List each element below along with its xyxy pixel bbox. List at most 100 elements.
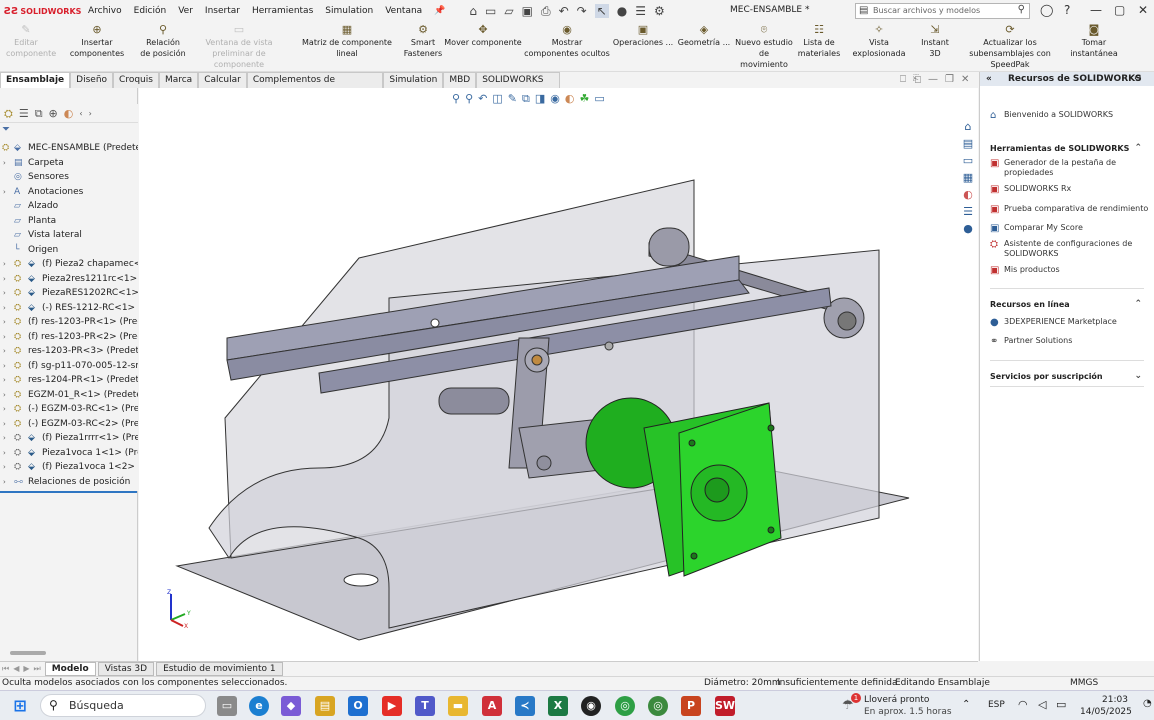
powerpoint-icon[interactable]: P xyxy=(681,696,701,716)
youtube-icon[interactable]: ▶ xyxy=(382,696,402,716)
assembly-features-button[interactable]: ▣ Operaciones ... xyxy=(612,24,674,48)
collapse-pane-icon[interactable]: « xyxy=(986,72,992,86)
graphics-area[interactable] xyxy=(139,88,978,661)
online-partner-solutions[interactable]: ⚭ Partner Solutions xyxy=(990,336,1150,347)
filter-icon[interactable]: ⏷ xyxy=(0,124,138,140)
tree-item-component[interactable]: › ⛭ ⬙ (f) Pieza2 chapamec<1 xyxy=(0,257,138,272)
minimize-icon[interactable]: — xyxy=(1090,3,1102,17)
tree-item-component[interactable]: › ⛭ EGZM-01_R<1> (Predeterr xyxy=(0,388,138,403)
tab-modelo[interactable]: Modelo xyxy=(44,661,96,676)
notifications-icon[interactable]: ◔ xyxy=(1143,698,1152,709)
task-view-icon[interactable]: ▭ xyxy=(217,696,237,716)
expand-chevron-icon[interactable]: ⌄ xyxy=(1134,371,1142,381)
new-document-icon[interactable]: ▭ xyxy=(485,4,496,18)
taskbar-search-input[interactable]: ⚲ Búsqueda xyxy=(40,694,206,717)
expand-icon[interactable]: › xyxy=(3,286,6,301)
viewport-restore-icon[interactable]: ❐ xyxy=(945,74,954,85)
subscription-section-header[interactable]: Servicios por suscripción ⌄ xyxy=(990,371,1144,381)
menu-insertar[interactable]: Insertar xyxy=(199,6,246,16)
language-indicator[interactable]: ESP xyxy=(988,700,1005,710)
tab-calcular[interactable]: Calcular xyxy=(198,72,247,88)
tree-item-component[interactable]: ›⛭(f) res-1203-PR<1> (Predet xyxy=(0,315,138,330)
tree-item-component[interactable]: ›⛭(-) EGZM-03-RC<2> (Prede xyxy=(0,417,138,432)
display-style-icon[interactable]: ◨ xyxy=(535,92,545,106)
view-palette-icon[interactable]: ▦ xyxy=(963,171,973,184)
expand-icon[interactable]: › xyxy=(3,475,6,490)
scroll-left-icon[interactable]: ‹ xyxy=(79,109,82,118)
feature-manager-icon[interactable]: ⛭ xyxy=(4,107,13,121)
search-icon[interactable]: ⚲ xyxy=(1018,4,1025,15)
menu-ver[interactable]: Ver xyxy=(172,6,199,16)
new-motion-study-button[interactable]: ⌾ Nuevo estudio de movimiento xyxy=(734,24,794,70)
property-manager-icon[interactable]: ☰ xyxy=(19,107,29,120)
tree-item-component[interactable]: ›⛭⬙Pieza2res1211rc<1> (Pr xyxy=(0,272,138,287)
menu-edicion[interactable]: Edición xyxy=(128,6,173,16)
menu-simulation[interactable]: Simulation xyxy=(319,6,379,16)
component-preview-window-button[interactable]: ▭ Ventana de vista preliminar de componen… xyxy=(188,24,290,70)
tray-overflow-icon[interactable]: ⌃ xyxy=(962,699,970,710)
design-library-icon[interactable]: ▤ xyxy=(963,137,973,150)
tool-configurations-wizard[interactable]: ⛭ Asistente de configuraciones de SOLIDWO… xyxy=(990,239,1150,259)
volume-icon[interactable]: ◁ xyxy=(1038,698,1046,711)
clock-time[interactable]: 21:03 xyxy=(1102,695,1128,705)
custom-properties-icon[interactable]: ☰ xyxy=(963,205,973,218)
pane-options-icon[interactable]: ⚙ xyxy=(1134,72,1142,86)
chrome-icon[interactable]: ◎ xyxy=(615,696,635,716)
menu-herramientas[interactable]: Herramientas xyxy=(246,6,319,16)
collapse-chevron-icon[interactable]: ⌃ xyxy=(1134,143,1142,153)
menu-ventana[interactable]: Ventana xyxy=(379,6,428,16)
section-view-icon[interactable]: ◫ xyxy=(492,92,502,106)
panel-splitter[interactable] xyxy=(0,88,138,104)
teams-icon[interactable]: T xyxy=(415,696,435,716)
last-tab-icon[interactable]: ⏭ xyxy=(32,664,43,674)
tree-item-anotaciones[interactable]: › A Anotaciones xyxy=(0,185,138,200)
assembly-model[interactable] xyxy=(139,88,978,661)
file-explorer-icon[interactable]: ▬ xyxy=(448,696,468,716)
expand-icon[interactable]: › xyxy=(3,330,6,345)
vscode-icon[interactable]: ≺ xyxy=(515,696,535,716)
viewport-minimize-icon[interactable]: — xyxy=(928,74,938,85)
traffic-light-icon[interactable]: ● xyxy=(617,4,627,18)
tree-item-alzado[interactable]: ▱ Alzado xyxy=(0,199,138,214)
tree-item-component[interactable]: ›⛭res-1203-PR<3> (Predeterr xyxy=(0,344,138,359)
expand-icon[interactable]: › xyxy=(3,156,6,171)
user-account-icon[interactable]: ◯ xyxy=(1040,3,1053,17)
solidworks-forum-icon[interactable]: ● xyxy=(963,222,973,235)
tab-vistas-3d[interactable]: Vistas 3D xyxy=(97,661,155,676)
autocad-icon[interactable]: A xyxy=(482,696,502,716)
windows-start-icon[interactable]: ⊞ xyxy=(10,696,30,716)
expand-icon[interactable]: › xyxy=(3,460,6,475)
dimxpert-manager-icon[interactable]: ⊕ xyxy=(49,107,58,120)
solidworks-logo[interactable]: ƧƧ SOLIDWORKS xyxy=(0,6,82,17)
expand-icon[interactable]: › xyxy=(3,315,6,330)
wifi-icon[interactable]: ◠ xyxy=(1018,698,1028,711)
first-tab-icon[interactable]: ⏮ xyxy=(0,664,11,674)
expand-icon[interactable]: › xyxy=(3,402,6,417)
expand-icon[interactable]: › xyxy=(3,388,6,403)
home-icon[interactable]: ⌂ xyxy=(469,4,477,18)
prev-tab-icon[interactable]: ◀ xyxy=(11,664,21,673)
expand-icon[interactable]: › xyxy=(3,257,6,272)
appearances-icon[interactable]: ◐ xyxy=(963,188,973,201)
file-explorer-icon[interactable]: ▭ xyxy=(963,154,973,167)
outlook-icon[interactable]: O xyxy=(348,696,368,716)
tree-item-component[interactable]: › ⛭ ⬙ (-) RES-1212-RC<1> (P xyxy=(0,301,138,316)
mate-button[interactable]: ⚲ Relación de posición xyxy=(140,24,186,59)
undo-icon[interactable]: ↶ xyxy=(559,4,569,18)
insert-components-button[interactable]: ⊕ Insertar componentes xyxy=(54,24,140,59)
tree-item-sensores[interactable]: ◎ Sensores xyxy=(0,170,138,185)
viewport-tile-icon[interactable]: ⎗ xyxy=(913,74,921,85)
tab-solidworks-cam[interactable]: SOLIDWORKS CAM xyxy=(476,72,560,100)
file-properties-icon[interactable]: ☰ xyxy=(635,4,646,18)
previous-view-icon[interactable]: ↶ xyxy=(478,92,487,106)
tools-section-header[interactable]: Herramientas de SOLIDWORKS ⌃ xyxy=(990,143,1144,153)
tool-solidworks-rx[interactable]: ▣ SOLIDWORKS Rx xyxy=(990,184,1150,195)
collapse-chevron-icon[interactable]: ⌃ xyxy=(1134,299,1142,309)
take-snapshot-button[interactable]: ◙ Tomar instantánea xyxy=(1068,24,1120,59)
view-settings-icon[interactable]: ▭ xyxy=(594,92,604,106)
next-tab-icon[interactable]: ▶ xyxy=(21,664,31,673)
help-icon[interactable]: ? xyxy=(1064,3,1070,17)
expand-icon[interactable]: › xyxy=(3,272,6,287)
tool-my-products[interactable]: ▣ Mis productos xyxy=(990,265,1150,276)
bill-of-materials-button[interactable]: ☷ Lista de materiales xyxy=(796,24,842,59)
